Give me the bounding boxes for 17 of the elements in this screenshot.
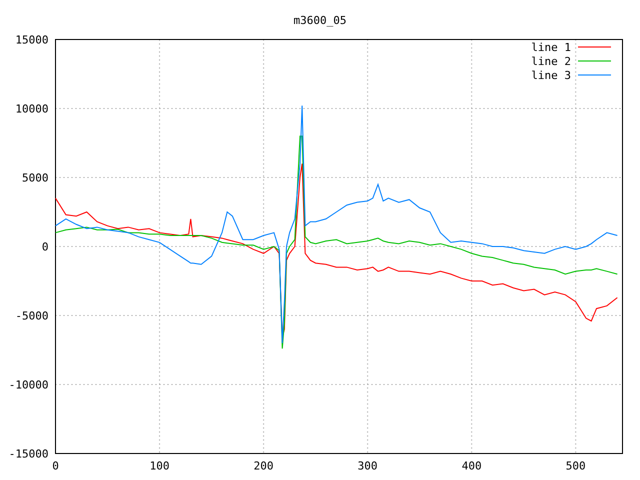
tick-label: 15000: [15, 34, 48, 46]
legend-label: line 3: [531, 69, 571, 82]
tick-label: -15000: [8, 448, 48, 460]
tick-label: 200: [254, 460, 274, 472]
legend-label: line 2: [531, 55, 571, 68]
tick-label: 0: [42, 240, 48, 254]
tick-label: 300: [358, 460, 378, 472]
legend-label: line 1: [531, 41, 571, 54]
chart-title: m3600_05: [294, 14, 346, 27]
tick-label: 500: [566, 460, 586, 472]
tick-label: 0: [52, 460, 59, 472]
tick-label: 5000: [22, 172, 48, 184]
tick-label: -10000: [8, 378, 48, 392]
tick-label: 10000: [15, 102, 48, 116]
tick-label: 400: [462, 460, 482, 472]
tick-label: -5000: [15, 310, 48, 322]
tick-label: 100: [150, 460, 170, 472]
